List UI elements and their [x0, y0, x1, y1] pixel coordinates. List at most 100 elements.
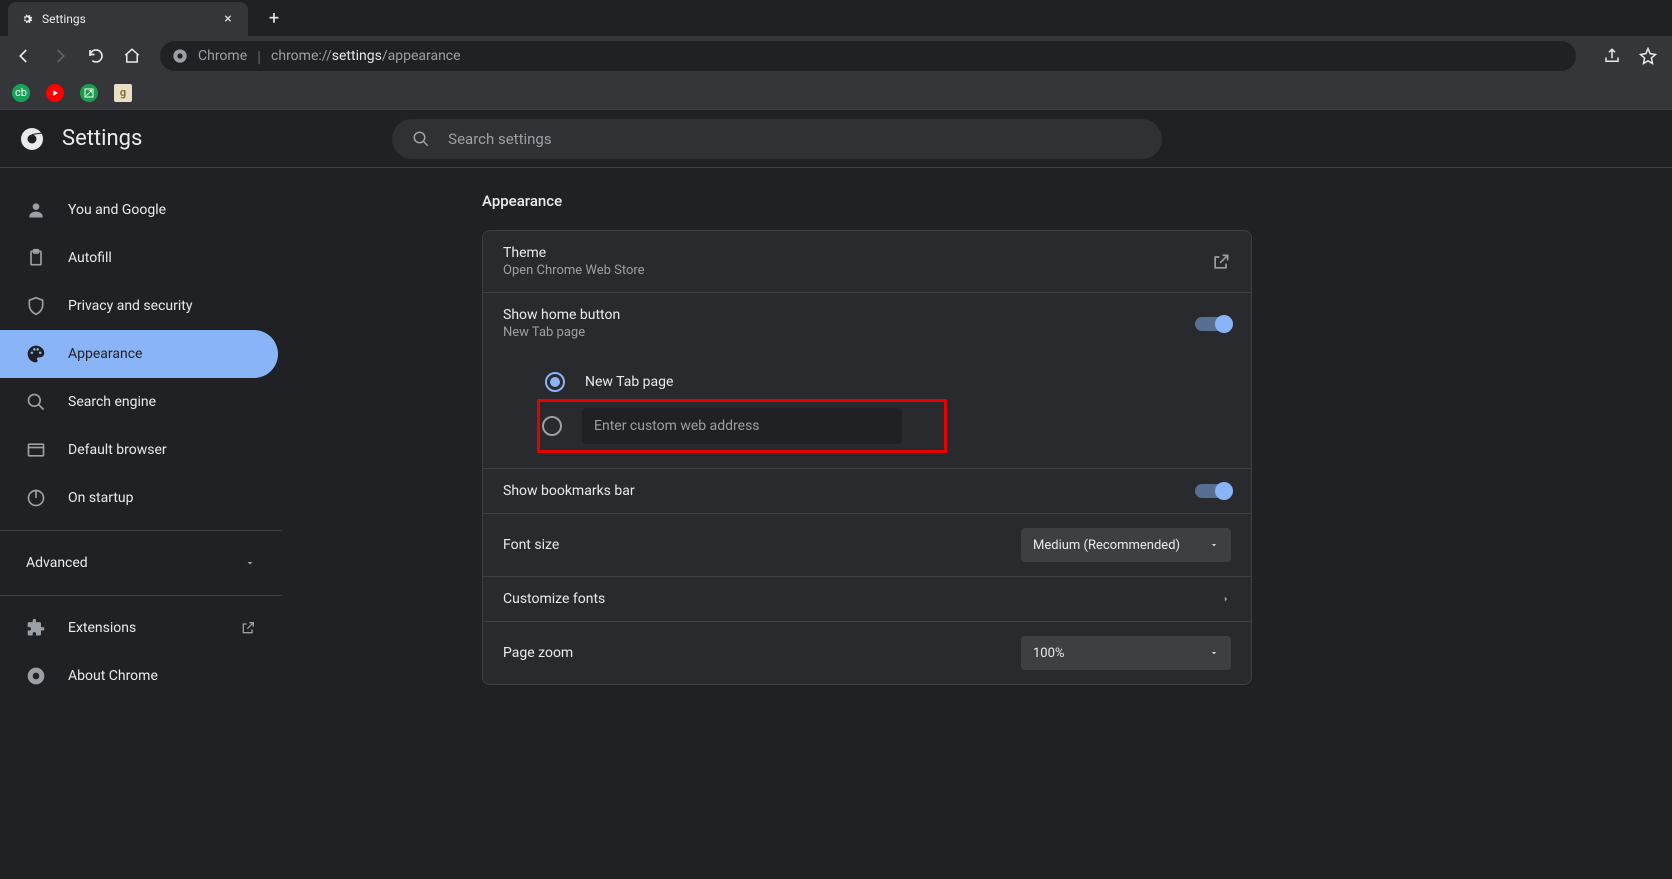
chrome-icon — [172, 48, 188, 64]
row-page-zoom: Page zoom 100% — [483, 622, 1251, 684]
tab-strip: Settings × + — [0, 0, 1672, 36]
radio-button[interactable] — [545, 372, 565, 392]
radio-button[interactable] — [542, 416, 562, 436]
sidebar-item-search-engine[interactable]: Search engine — [0, 378, 278, 426]
person-icon — [26, 200, 46, 220]
chevron-down-icon — [1209, 540, 1219, 550]
shield-icon — [26, 296, 46, 316]
share-button[interactable] — [1596, 40, 1628, 72]
bookmark-star-button[interactable] — [1632, 40, 1664, 72]
row-bookmarks-bar: Show bookmarks bar — [483, 469, 1251, 514]
close-icon[interactable]: × — [220, 11, 236, 27]
sidebar-item-appearance[interactable]: Appearance — [0, 330, 278, 378]
search-icon — [26, 392, 46, 412]
sidebar-item-extensions[interactable]: Extensions — [0, 604, 282, 652]
forward-button[interactable] — [44, 40, 76, 72]
row-main: Font size — [503, 537, 1021, 553]
sidebar-item-autofill[interactable]: Autofill — [0, 234, 278, 282]
search-input[interactable] — [448, 130, 1142, 148]
row-main: Customize fonts — [503, 591, 1221, 607]
url-path: /appearance — [382, 48, 461, 64]
sidebar-item-label: Default browser — [68, 442, 167, 458]
sidebar-item-label: Search engine — [68, 394, 156, 410]
dropdown-value: 100% — [1033, 646, 1064, 661]
home-radio-group: New Tab page — [483, 354, 1251, 469]
new-tab-button[interactable]: + — [260, 4, 288, 32]
toggle-show-home[interactable] — [1195, 317, 1231, 331]
browser-icon — [26, 440, 46, 460]
url-host: settings — [332, 48, 382, 64]
dropdown-value: Medium (Recommended) — [1033, 538, 1180, 553]
sidebar-advanced[interactable]: Advanced — [0, 539, 282, 587]
content: Appearance Theme Open Chrome Web Store S… — [282, 168, 1672, 879]
bookmark-icon-2[interactable] — [46, 84, 64, 102]
row-theme[interactable]: Theme Open Chrome Web Store — [483, 231, 1251, 293]
page-zoom-dropdown[interactable]: 100% — [1021, 636, 1231, 670]
sidebar-item-label: Autofill — [68, 250, 112, 266]
sidebar-item-on-startup[interactable]: On startup — [0, 474, 278, 522]
radio-option-custom — [545, 404, 1231, 448]
omnibox[interactable]: Chrome | chrome://settings/appearance — [160, 41, 1576, 71]
row-title: Theme — [503, 245, 1211, 261]
sidebar-item-label: Privacy and security — [68, 298, 192, 314]
bookmark-icon-4[interactable]: g — [114, 84, 132, 102]
row-main: Show home button New Tab page — [503, 307, 1195, 340]
browser-chrome: Settings × + Chrome | chrome://settings/… — [0, 0, 1672, 110]
external-link-icon — [240, 620, 256, 636]
row-sub: New Tab page — [503, 325, 1195, 340]
external-link-icon[interactable] — [1211, 252, 1231, 272]
bookmark-icon-1[interactable]: cb — [12, 84, 30, 102]
advanced-label: Advanced — [26, 555, 88, 571]
palette-icon — [26, 344, 46, 364]
row-title: Show bookmarks bar — [503, 483, 1195, 499]
chevron-right-icon — [1221, 592, 1231, 606]
main-area: You and Google Autofill Privacy and secu… — [0, 168, 1672, 879]
search-icon — [412, 130, 430, 148]
home-button[interactable] — [116, 40, 148, 72]
row-title: Font size — [503, 537, 1021, 553]
toolbar-actions — [1596, 40, 1664, 72]
bookmarks-bar: cb g — [0, 76, 1672, 110]
extensions-label: Extensions — [68, 620, 218, 636]
omnibox-prefix: Chrome — [198, 48, 247, 64]
settings-header: Settings — [0, 110, 1672, 168]
url-scheme: chrome:// — [271, 48, 332, 64]
page-title: Settings — [62, 126, 142, 151]
chrome-logo-icon — [20, 127, 44, 151]
font-size-dropdown[interactable]: Medium (Recommended) — [1021, 528, 1231, 562]
chevron-down-icon — [1209, 648, 1219, 658]
row-main: Page zoom — [503, 645, 1021, 661]
omnibox-url: chrome://settings/appearance — [271, 48, 461, 64]
settings-card: Theme Open Chrome Web Store Show home bu… — [482, 230, 1252, 685]
sidebar-item-you-and-google[interactable]: You and Google — [0, 186, 278, 234]
sidebar-item-label: You and Google — [68, 202, 166, 218]
radio-option-newtab[interactable]: New Tab page — [545, 360, 1231, 404]
toggle-bookmarks-bar[interactable] — [1195, 484, 1231, 498]
row-show-home: Show home button New Tab page — [483, 293, 1251, 354]
row-title: Customize fonts — [503, 591, 1221, 607]
sidebar-item-label: Appearance — [68, 346, 142, 362]
browser-tab[interactable]: Settings × — [8, 2, 248, 36]
row-main: Show bookmarks bar — [503, 483, 1195, 499]
row-main: Theme Open Chrome Web Store — [503, 245, 1211, 278]
tab-title: Settings — [42, 12, 212, 26]
sidebar-item-default-browser[interactable]: Default browser — [0, 426, 278, 474]
back-button[interactable] — [8, 40, 40, 72]
row-font-size: Font size Medium (Recommended) — [483, 514, 1251, 577]
chevron-down-icon — [244, 557, 256, 569]
sidebar-item-privacy[interactable]: Privacy and security — [0, 282, 278, 330]
bookmark-icon-3[interactable] — [80, 84, 98, 102]
divider — [0, 530, 282, 531]
custom-url-input[interactable] — [582, 408, 902, 444]
power-icon — [26, 488, 46, 508]
radio-label: New Tab page — [585, 374, 673, 390]
settings-search[interactable] — [392, 119, 1162, 159]
divider — [0, 595, 282, 596]
row-customize-fonts[interactable]: Customize fonts — [483, 577, 1251, 622]
sidebar-item-about[interactable]: About Chrome — [0, 652, 282, 700]
highlight-annotation — [537, 399, 947, 453]
reload-button[interactable] — [80, 40, 112, 72]
gear-icon — [20, 12, 34, 26]
clipboard-icon — [26, 248, 46, 268]
row-sub: Open Chrome Web Store — [503, 263, 1211, 278]
